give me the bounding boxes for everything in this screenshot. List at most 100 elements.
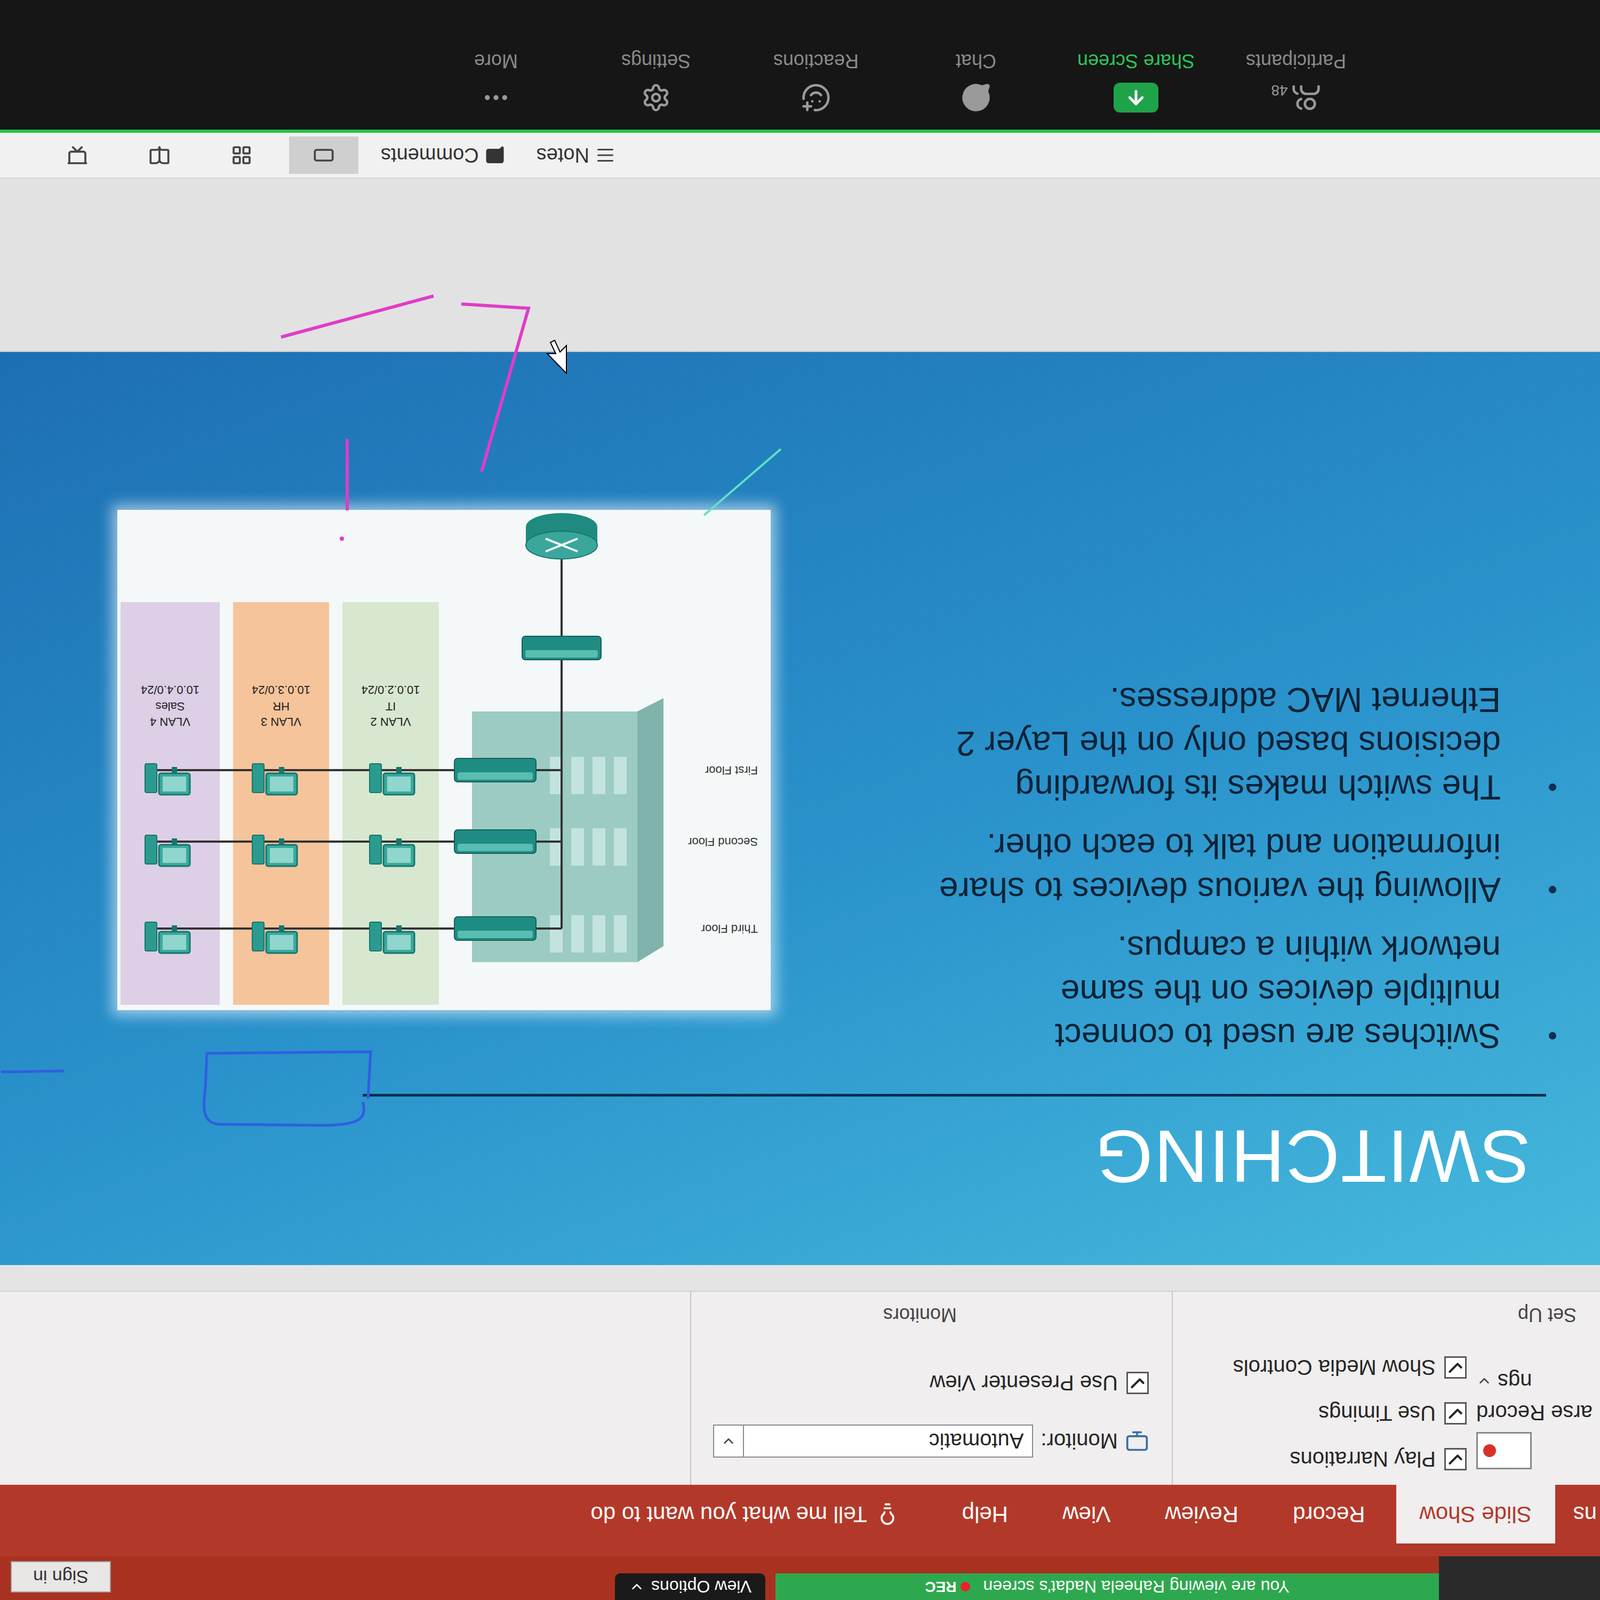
tell-me-text: Tell me what you want to do [590, 1501, 867, 1527]
comments-button[interactable]: Comments [371, 141, 515, 170]
zoom-toolbar-item[interactable]: Chat [901, 0, 1051, 114]
vlan-department: HR [272, 699, 290, 714]
view-options-label: View Options [651, 1577, 752, 1597]
diagram-image: Third FloorSecond FloorFirst FloorVLAN 2… [117, 509, 771, 1011]
pc-tower-icon [369, 763, 382, 793]
diagram-background [117, 509, 771, 1011]
screen: You are viewing Raheela Nadat's screenRE… [0, 0, 1600, 1600]
bullet-line: Allowing the various devices to share [770, 867, 1501, 912]
pen-stroke [281, 296, 434, 338]
pc-monitor-icon [383, 844, 415, 867]
vlan-department: Sales [155, 699, 185, 714]
checkbox-label: Show Media Controls [1233, 1355, 1436, 1380]
pc-tower-icon [252, 922, 264, 951]
pc-tower-icon [145, 835, 157, 864]
switch-top-icon [525, 650, 598, 658]
sign-in-button[interactable]: Sign in [10, 1561, 111, 1593]
record-dot-icon [1483, 1444, 1496, 1458]
check-icon [1446, 1404, 1464, 1422]
checkbox-label: Play Narrations [1290, 1447, 1436, 1472]
view-button[interactable] [206, 136, 277, 174]
tell-me-search[interactable]: Tell me what you want to do [590, 1484, 899, 1544]
view-options-button[interactable]: View Options [614, 1573, 766, 1600]
monitor-dropdown[interactable]: Automatic [713, 1424, 1034, 1458]
building-window [592, 828, 606, 866]
settings-button[interactable]: ngs [1476, 1369, 1533, 1394]
pc-stand-icon [278, 766, 285, 774]
pc-tower-icon [369, 835, 382, 864]
building-window [613, 828, 627, 866]
record-icon [1476, 1432, 1532, 1470]
view-button[interactable] [124, 136, 195, 174]
notes-button[interactable]: Notes [526, 141, 625, 170]
uplink [536, 927, 562, 930]
checkbox-row[interactable]: Show Media Controls [1233, 1344, 1467, 1391]
checkbox[interactable] [1444, 1402, 1467, 1425]
checkbox-label: Use Timings [1318, 1401, 1436, 1426]
pc-monitor-icon [383, 931, 415, 954]
bullet-dot [1548, 1032, 1557, 1040]
building-window [571, 756, 584, 795]
switch-body-icon [522, 636, 602, 660]
switch-icon [454, 758, 536, 782]
pc-stand-icon [278, 838, 285, 845]
vlan-band [233, 602, 330, 1005]
setup-checkboxes: Play Narrations Use Timings Show Media Con… [1233, 1328, 1475, 1485]
pc-icon [369, 835, 415, 867]
rec-dot-icon [960, 1581, 971, 1592]
checkbox[interactable] [1126, 1371, 1149, 1395]
pc-stand-icon [396, 766, 402, 774]
monitor-row: Monitor:Automatic [691, 1419, 1149, 1463]
view-button[interactable] [289, 136, 359, 174]
pc-icon [145, 922, 190, 954]
pc-screen-icon [162, 848, 187, 863]
bullet-line: decisions based only on the Layer 2 [770, 721, 1501, 766]
vlan-subnet: 10.0.3.0/24 [251, 683, 311, 697]
vlan-subnet: 10.0.4.0/24 [140, 683, 200, 697]
ribbon-tab[interactable]: View [1038, 1484, 1134, 1544]
bullet-line: information and talk to each other. [770, 824, 1501, 868]
zoom-toolbar-item[interactable]: More [421, 0, 571, 114]
building-side [637, 698, 664, 963]
zoom-item-label: More [474, 49, 518, 72]
notes-icon [595, 145, 615, 165]
router-arrow-icon [545, 538, 578, 552]
vlan-name: VLAN 4 [149, 715, 191, 729]
access-link [146, 840, 455, 843]
checkbox[interactable] [1444, 1448, 1467, 1471]
title-bar-corner [1438, 1556, 1600, 1600]
bullet-list: Switches are used to connectmultiple dev… [770, 677, 1557, 1058]
zoom-toolbar-item[interactable]: Settings [581, 0, 731, 114]
normal-view-icon [313, 144, 335, 166]
view-button[interactable] [42, 136, 112, 174]
pc-tower-icon [252, 835, 264, 864]
checkbox-row[interactable]: Use Timings [1233, 1390, 1467, 1437]
building-window [571, 828, 584, 866]
vlan-name: VLAN 3 [260, 715, 302, 729]
slide-sorter-icon [230, 144, 253, 166]
pc-screen-icon [269, 934, 294, 950]
bullet-line: Switches are used to connect [770, 1013, 1501, 1058]
switch-body-icon [454, 829, 536, 854]
pc-stand-icon [396, 838, 402, 845]
checkbox-row[interactable]: Use Presenter View [691, 1361, 1149, 1405]
check-icon [1129, 1374, 1147, 1392]
zoom-toolbar-item[interactable]: 48Participants [1221, 0, 1371, 114]
ribbon-tab[interactable]: Help [938, 1484, 1032, 1544]
checkbox[interactable] [1444, 1356, 1467, 1379]
ribbon-tab[interactable]: Record [1269, 1484, 1389, 1544]
checkbox-row[interactable]: Play Narrations [1233, 1436, 1467, 1483]
record-button[interactable]: arse Record [1476, 1400, 1593, 1425]
zoom-toolbar-item[interactable]: Share Screen [1061, 0, 1211, 114]
pen-stroke [1, 1070, 64, 1072]
record-block: arse Record ngs [1474, 1328, 1600, 1485]
ribbon-tab[interactable]: Slide Show [1396, 1484, 1556, 1544]
checkbox-label: Use Presenter View [929, 1371, 1118, 1396]
ribbon-tab[interactable]: Review [1141, 1484, 1262, 1544]
zoom-item-label: Chat [955, 49, 997, 72]
pc-monitor-icon [266, 931, 298, 954]
bullet-line: Ethernet MAC addresses. [770, 677, 1501, 722]
zoom-toolbar-item[interactable]: Reactions [741, 0, 891, 114]
ribbon-tab[interactable]: ns [1562, 1484, 1600, 1544]
group-label: Set Up [1172, 1291, 1600, 1328]
